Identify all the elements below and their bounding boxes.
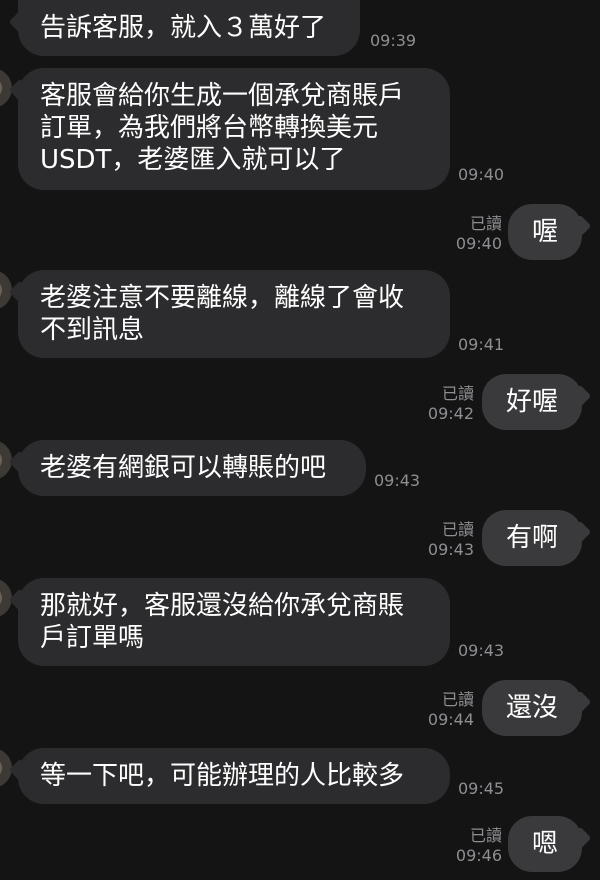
message-timestamp: 09:44	[427, 710, 474, 729]
message-timestamp: 09:43	[374, 471, 421, 490]
message-timestamp: 09:43	[458, 641, 505, 660]
message-timestamp: 09:39	[370, 31, 417, 50]
incoming-message-bubble[interactable]: 告訴客服，就入３萬好了	[18, 0, 360, 56]
read-receipt: 已讀	[441, 520, 474, 539]
incoming-message-bubble[interactable]: 老婆注意不要離線，離線了會收 不到訊息	[18, 270, 450, 358]
outgoing-message-bubble[interactable]: 嗯	[508, 816, 582, 872]
outgoing-message-bubble[interactable]: 有啊	[482, 510, 582, 566]
message-timestamp: 09:43	[427, 540, 474, 559]
message-timestamp: 09:41	[458, 335, 505, 354]
message-timestamp: 09:40	[455, 234, 502, 253]
message-meta: 已讀 09:46	[432, 826, 502, 866]
message-meta: 已讀 09:43	[404, 520, 474, 560]
outgoing-message-bubble[interactable]: 喔	[508, 204, 582, 260]
read-receipt: 已讀	[441, 384, 474, 403]
message-timestamp: 09:46	[455, 846, 502, 865]
incoming-message-bubble[interactable]: 等一下吧，可能辦理的人比較多	[18, 748, 450, 804]
read-receipt: 已讀	[441, 690, 474, 709]
incoming-message-bubble[interactable]: 老婆有網銀可以轉賬的吧	[18, 440, 366, 496]
message-meta: 已讀 09:44	[404, 690, 474, 730]
read-receipt: 已讀	[469, 214, 502, 233]
outgoing-message-bubble[interactable]: 還沒	[482, 680, 582, 736]
message-meta: 已讀 09:42	[404, 384, 474, 424]
outgoing-message-bubble[interactable]: 好喔	[482, 374, 582, 430]
read-receipt: 已讀	[469, 826, 502, 845]
incoming-message-bubble[interactable]: 客服會給你生成一個承兌商賬戶 訂單，為我們將台幣轉換美元 USDT，老婆匯入就可…	[18, 68, 450, 190]
message-timestamp: 09:40	[458, 165, 505, 184]
message-meta: 已讀 09:40	[432, 214, 502, 254]
message-timestamp: 09:45	[458, 779, 505, 798]
incoming-message-bubble[interactable]: 那就好，客服還沒給你承兌商賬 戶訂單嗎	[18, 578, 450, 666]
message-timestamp: 09:42	[427, 404, 474, 423]
